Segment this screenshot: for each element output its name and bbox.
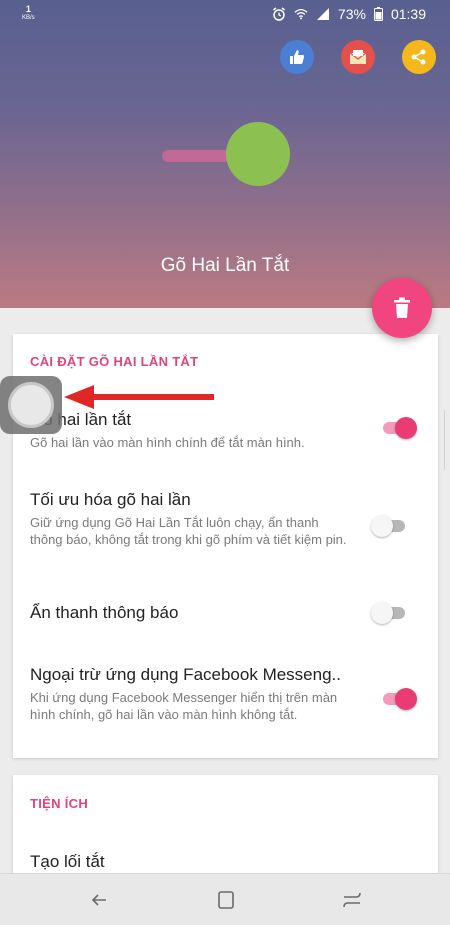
section-title-settings: CÀI ĐẶT GÕ HAI LẦN TẮT bbox=[30, 354, 199, 369]
logo-knob bbox=[226, 122, 290, 186]
app-header: 1 KB/s 73% 01:39 Gõ Hai Lần Tắt bbox=[0, 0, 450, 308]
share-button[interactable] bbox=[402, 40, 436, 74]
setting-description: Giữ ứng dụng Gõ Hai Lần Tắt luôn chạy, ẩ… bbox=[30, 515, 347, 547]
share-icon bbox=[411, 49, 426, 65]
section-title-utilities: TIỆN ÍCH bbox=[30, 796, 89, 811]
mail-icon bbox=[349, 50, 367, 64]
setting-description: Gõ hai lần vào màn hình chính để tắt màn… bbox=[30, 435, 305, 450]
trash-icon bbox=[394, 297, 410, 318]
utilities-card: TIỆN ÍCH Tạo lối tắt bbox=[13, 775, 438, 885]
network-speed-unit: KB/s bbox=[22, 15, 35, 21]
assistive-touch-dot bbox=[8, 382, 54, 428]
battery-percent: 73% bbox=[337, 6, 366, 22]
toggle-exclude-messenger[interactable] bbox=[381, 688, 417, 710]
recent-apps-icon[interactable] bbox=[340, 888, 364, 912]
signal-icon bbox=[316, 8, 329, 20]
wifi-icon bbox=[294, 8, 308, 20]
utility-title: Tạo lối tắt bbox=[30, 852, 105, 871]
battery-icon bbox=[373, 7, 383, 21]
red-arrow-annotation bbox=[64, 385, 214, 409]
network-speed: 1 KB/s bbox=[22, 5, 35, 23]
toggle-double-tap-off[interactable] bbox=[381, 417, 417, 439]
toggle-optimize-double-tap[interactable] bbox=[371, 515, 407, 537]
setting-exclude-messenger[interactable]: Ngoại trừ ứng dụng Facebook Messeng.. Kh… bbox=[30, 664, 350, 723]
assistive-touch-button[interactable] bbox=[0, 376, 62, 434]
setting-title: Tối ưu hóa gõ hai lần bbox=[30, 490, 191, 509]
delete-fab-button[interactable] bbox=[372, 278, 432, 338]
setting-hide-notification[interactable]: Ẩn thanh thông báo bbox=[30, 602, 350, 623]
like-button[interactable] bbox=[280, 40, 314, 74]
clock: 01:39 bbox=[390, 6, 426, 22]
thumbs-up-icon bbox=[290, 50, 305, 64]
status-bar: 1 KB/s 73% 01:39 bbox=[0, 0, 450, 28]
back-icon[interactable] bbox=[88, 888, 112, 912]
app-title: Gõ Hai Lần Tắt bbox=[160, 255, 290, 276]
mail-button[interactable] bbox=[341, 40, 375, 74]
home-icon[interactable] bbox=[214, 888, 238, 912]
app-logo-toggle bbox=[162, 122, 292, 186]
setting-description: Khi ứng dụng Facebook Messenger hiển thị… bbox=[30, 690, 338, 722]
alarm-icon bbox=[272, 7, 285, 21]
scroll-indicator bbox=[444, 410, 450, 470]
toggle-hide-notification[interactable] bbox=[371, 602, 407, 624]
navigation-bar bbox=[0, 873, 450, 925]
setting-title: Ngoại trừ ứng dụng Facebook Messeng.. bbox=[30, 665, 341, 684]
setting-title: Ẩn thanh thông báo bbox=[30, 603, 179, 622]
setting-double-tap-off[interactable]: Gõ hai lần tắt Gõ hai lần vào màn hình c… bbox=[30, 409, 350, 451]
utility-create-shortcut[interactable]: Tạo lối tắt bbox=[30, 851, 350, 872]
setting-optimize-double-tap[interactable]: Tối ưu hóa gõ hai lần Giữ ứng dụng Gõ Ha… bbox=[30, 489, 350, 548]
network-speed-value: 1 bbox=[25, 4, 31, 14]
setting-title: Gõ hai lần tắt bbox=[30, 410, 132, 429]
